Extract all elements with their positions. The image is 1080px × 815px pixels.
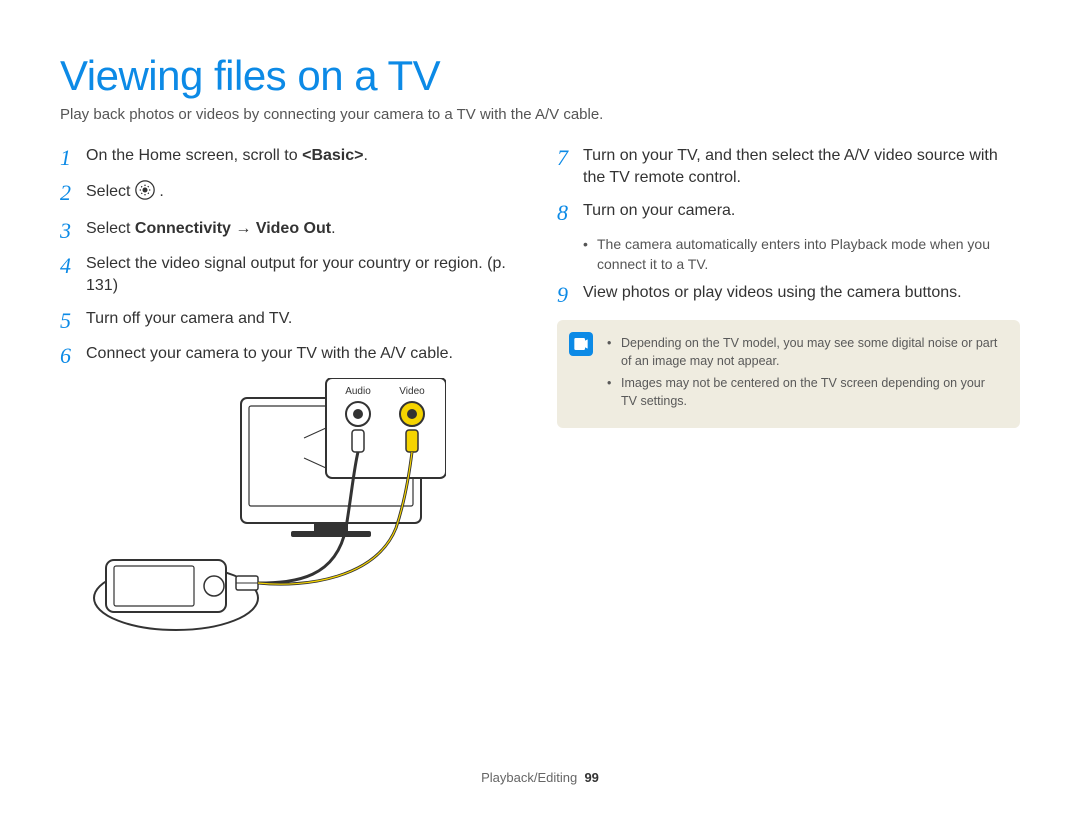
step-number: 5 <box>60 308 86 333</box>
gear-icon <box>135 180 155 207</box>
note-item: Images may not be centered on the TV scr… <box>607 374 1004 410</box>
text: . <box>331 220 335 237</box>
footer-page-number: 99 <box>584 770 598 785</box>
step-8-sub: The camera automatically enters into Pla… <box>583 235 1020 274</box>
step-3: 3 Select Connectivity → Video Out. <box>60 218 523 243</box>
step-text: Turn on your camera. <box>583 200 735 222</box>
step-1: 1 On the Home screen, scroll to <Basic>. <box>60 145 523 170</box>
step-8: 8 Turn on your camera. <box>557 200 1020 225</box>
step-number: 1 <box>60 145 86 170</box>
sub-bullet: The camera automatically enters into Pla… <box>583 235 1020 274</box>
step-number: 2 <box>60 180 86 205</box>
text: . <box>363 147 367 164</box>
content-columns: 1 On the Home screen, scroll to <Basic>.… <box>60 145 1020 643</box>
step-text: Turn off your camera and TV. <box>86 308 292 330</box>
step-text: Select the video signal output for your … <box>86 253 523 298</box>
bold-text: Connectivity <box>135 220 231 237</box>
connection-diagram: Audio Video <box>86 378 523 643</box>
step-number: 4 <box>60 253 86 278</box>
note-icon <box>569 332 593 356</box>
step-number: 8 <box>557 200 583 225</box>
step-text: Turn on your TV, and then select the A/V… <box>583 145 1020 190</box>
text: Select <box>86 220 135 237</box>
step-number: 3 <box>60 218 86 243</box>
text: . <box>159 183 163 200</box>
bold-text: Video Out <box>256 220 331 237</box>
note-item: Depending on the TV model, you may see s… <box>607 334 1004 370</box>
video-label: Video <box>399 386 425 397</box>
arrow-icon: → <box>231 220 256 237</box>
footer-section: Playback/Editing <box>481 770 577 785</box>
page-footer: Playback/Editing 99 <box>0 770 1080 785</box>
step-text: On the Home screen, scroll to <Basic>. <box>86 145 368 167</box>
step-6: 6 Connect your camera to your TV with th… <box>60 343 523 368</box>
step-7: 7 Turn on your TV, and then select the A… <box>557 145 1020 190</box>
text: Select <box>86 183 135 200</box>
right-column: 7 Turn on your TV, and then select the A… <box>557 145 1020 643</box>
step-number: 9 <box>557 282 583 307</box>
text: On the Home screen, scroll to <box>86 147 302 164</box>
step-text: Select Connectivity → Video Out. <box>86 218 336 240</box>
bold-text: <Basic> <box>302 147 363 164</box>
page-title: Viewing files on a TV <box>60 52 1020 100</box>
step-9: 9 View photos or play videos using the c… <box>557 282 1020 307</box>
step-2: 2 Select . <box>60 180 523 207</box>
step-text: View photos or play videos using the cam… <box>583 282 962 304</box>
step-text: Select . <box>86 180 164 207</box>
audio-label: Audio <box>345 386 371 397</box>
left-column: 1 On the Home screen, scroll to <Basic>.… <box>60 145 523 643</box>
step-text: Connect your camera to your TV with the … <box>86 343 453 365</box>
note-box: Depending on the TV model, you may see s… <box>557 320 1020 429</box>
step-4: 4 Select the video signal output for you… <box>60 253 523 298</box>
intro-text: Play back photos or videos by connecting… <box>60 106 1020 123</box>
step-5: 5 Turn off your camera and TV. <box>60 308 523 333</box>
step-number: 7 <box>557 145 583 170</box>
step-number: 6 <box>60 343 86 368</box>
